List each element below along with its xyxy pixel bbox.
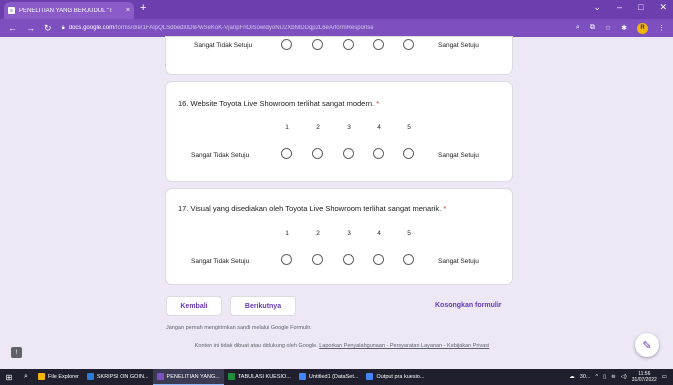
- browser-tab-bar: ≡ PENELITIAN YANG BERJUDUL "T × + ⌄ – □ …: [0, 0, 673, 19]
- scale-number-2: 2: [316, 124, 320, 131]
- radio-option-4[interactable]: [373, 39, 384, 50]
- reload-icon[interactable]: ↻: [44, 23, 52, 34]
- edit-pencil-icon[interactable]: ✎: [635, 333, 659, 357]
- next-button[interactable]: Berikutnya: [230, 296, 296, 316]
- scale-number-2: 2: [316, 230, 320, 237]
- search-icon[interactable]: ⌕: [18, 373, 34, 381]
- question-title: 16. Website Toyota Live Showroom terliha…: [178, 99, 380, 108]
- weather-temp: 30...: [579, 374, 591, 380]
- battery-icon[interactable]: ▯: [603, 374, 606, 380]
- weather-icon[interactable]: ☁: [569, 374, 575, 380]
- scale-right-label: Sangat Setuju: [438, 258, 479, 265]
- disclaimer-links[interactable]: Laporkan Penyalahgunaan - Persyaratan La…: [319, 343, 489, 349]
- radio-option-4[interactable]: [373, 148, 384, 159]
- google-forms-icon: ≡: [8, 7, 15, 14]
- windows-start-icon[interactable]: ⊞: [0, 373, 18, 382]
- chevron-up-icon[interactable]: ^: [595, 374, 598, 380]
- windows-taskbar: ⊞ ⌕ File Explorer SKRIPSI ON GOIN... PEN…: [0, 369, 673, 385]
- browser-tab-title: PENELITIAN YANG BERJUDUL "T: [19, 7, 113, 14]
- menu-dots-icon[interactable]: ⋮: [658, 24, 665, 32]
- clear-form-link[interactable]: Kosongkan formulir: [435, 302, 502, 309]
- url-host: docs.google.com: [68, 25, 115, 31]
- previous-question-card: Sangat Tidak Setuju Sangat Setuju: [166, 37, 512, 74]
- radio-option-2[interactable]: [312, 254, 323, 265]
- taskbar-item[interactable]: Untitled1 (DataSet...: [295, 369, 363, 385]
- scale-number-4: 4: [377, 230, 381, 237]
- google-disclaimer: Konten ini tidak dibuat atau didukung ol…: [172, 343, 512, 351]
- question-card-17: 17. Visual yang disediakan oleh Toyota L…: [166, 189, 512, 284]
- radio-option-3[interactable]: [343, 254, 354, 265]
- maximize-button[interactable]: □: [638, 2, 643, 13]
- radio-option-1[interactable]: [281, 148, 292, 159]
- browser-tab[interactable]: ≡ PENELITIAN YANG BERJUDUL "T ×: [4, 2, 134, 19]
- profile-avatar[interactable]: R: [637, 22, 648, 34]
- radio-option-5[interactable]: [403, 148, 414, 159]
- scale-number-4: 4: [377, 124, 381, 131]
- taskbar-item[interactable]: SKRIPSI ON GOIN...: [83, 369, 153, 385]
- url-path: /forms/d/e/1FAIpQLSdbedl0DliPwSeKoK-Vjan…: [114, 25, 374, 31]
- volume-icon[interactable]: ◁): [621, 374, 627, 380]
- share-icon[interactable]: ⧉: [590, 24, 595, 32]
- scale-number-3: 3: [347, 230, 351, 237]
- scale-right-label: Sangat Setuju: [438, 152, 479, 159]
- taskbar-item[interactable]: TABULASI KUESIO...: [224, 369, 295, 385]
- radio-option-5[interactable]: [403, 39, 414, 50]
- notifications-icon[interactable]: ▭: [662, 374, 667, 380]
- excel-icon: [227, 373, 235, 380]
- radio-option-3[interactable]: [343, 39, 354, 50]
- radio-option-3[interactable]: [343, 148, 354, 159]
- wifi-icon[interactable]: ≋: [611, 374, 616, 380]
- required-mark: *: [443, 204, 447, 213]
- url-field[interactable]: 🔒︎ docs.google.com /forms/d/e/1FAIpQLSdb…: [62, 25, 576, 32]
- radio-option-5[interactable]: [403, 254, 414, 265]
- extensions-icon[interactable]: ✱: [621, 24, 627, 32]
- chevron-down-icon[interactable]: ⌄: [593, 2, 601, 13]
- radio-option-4[interactable]: [373, 254, 384, 265]
- new-tab-button[interactable]: +: [140, 3, 146, 14]
- back-button[interactable]: Kembali: [166, 296, 222, 316]
- lock-icon: 🔒︎: [61, 24, 65, 31]
- spss-icon: [298, 373, 306, 380]
- scale-right-label: Sangat Setuju: [438, 42, 479, 49]
- clock[interactable]: 11:56 31/07/2022: [632, 371, 657, 383]
- scale-number-1: 1: [285, 230, 289, 237]
- scale-number-5: 5: [407, 124, 411, 131]
- radio-option-2[interactable]: [312, 148, 323, 159]
- word-icon: [86, 373, 94, 380]
- address-bar: ← → ↻ 🔒︎ docs.google.com /forms/d/e/1FAI…: [0, 19, 673, 37]
- taskbar-item[interactable]: File Explorer: [34, 369, 83, 385]
- clock-date: 31/07/2022: [631, 377, 657, 383]
- minimize-button[interactable]: –: [617, 2, 622, 13]
- forms-icon: [156, 373, 164, 380]
- window-controls: ⌄ – □ ✕: [593, 2, 667, 13]
- disclaimer-text: Konten ini tidak dibuat atau didukung ol…: [194, 343, 318, 349]
- radio-option-1[interactable]: [281, 254, 292, 265]
- taskbar-item[interactable]: Output pra kuesio...: [362, 369, 428, 385]
- scale-number-3: 3: [347, 124, 351, 131]
- spss-output-icon: [366, 373, 374, 380]
- tab-close-icon[interactable]: ×: [126, 7, 130, 14]
- required-mark: *: [376, 99, 380, 108]
- scale-left-label: Sangat Tidak Setuju: [191, 152, 250, 159]
- password-warning: Jangan pernah mengirimkan sandi melalui …: [166, 325, 312, 331]
- forward-arrow-icon[interactable]: →: [26, 23, 35, 34]
- system-tray: ☁ 30... ^ ▯ ≋ ◁) 11:56 31/07/2022 ▭: [569, 371, 673, 383]
- scale-left-label: Sangat Tidak Setuju: [194, 42, 253, 49]
- taskbar-item[interactable]: PENELITIAN YANG...: [152, 369, 224, 385]
- question-title: 17. Visual yang disediakan oleh Toyota L…: [178, 204, 447, 213]
- question-card-16: 16. Website Toyota Live Showroom terliha…: [166, 82, 512, 181]
- scale-left-label: Sangat Tidak Setuju: [191, 258, 250, 265]
- folder-icon: [38, 373, 45, 380]
- star-icon[interactable]: ☆: [605, 24, 611, 32]
- scale-number-1: 1: [285, 124, 289, 131]
- radio-option-2[interactable]: [312, 39, 323, 50]
- search-icon[interactable]: ⌕: [576, 24, 580, 32]
- feedback-icon[interactable]: !: [11, 347, 22, 358]
- radio-option-1[interactable]: [281, 39, 292, 50]
- back-arrow-icon[interactable]: ←: [8, 23, 17, 34]
- close-window-button[interactable]: ✕: [659, 2, 667, 13]
- scale-number-5: 5: [407, 230, 411, 237]
